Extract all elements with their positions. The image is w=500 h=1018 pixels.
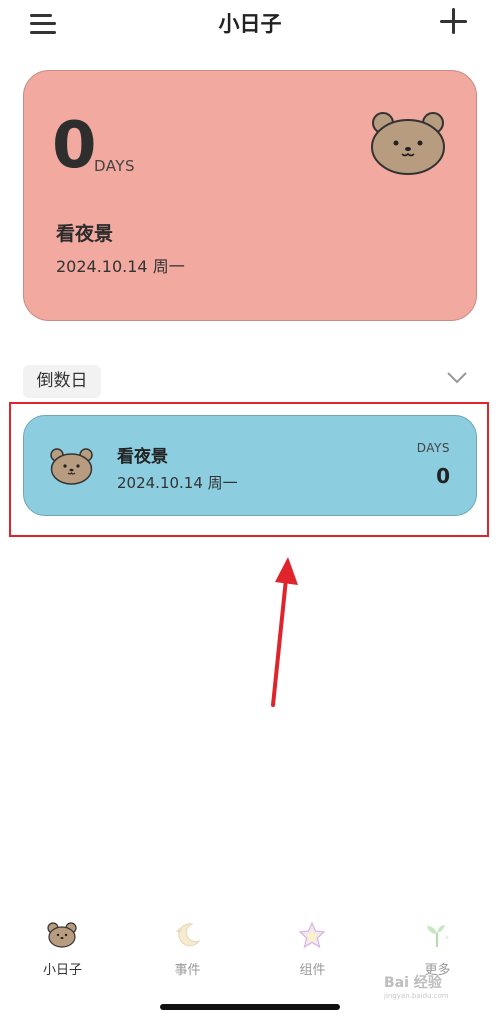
days-unit: DAYS (94, 157, 136, 175)
page-title: 小日子 (218, 12, 282, 36)
chevron-down-icon[interactable] (446, 370, 468, 386)
event-date: 2024.10.14 周一 (117, 474, 238, 492)
event-name: 看夜景 (56, 223, 114, 245)
tab-widgets[interactable]: 组件 (250, 915, 375, 985)
watermark-url: jingyan.baidu.com (384, 992, 449, 1000)
tab-label: 小日子 (42, 963, 82, 978)
add-icon[interactable] (440, 8, 468, 36)
featured-event-card[interactable]: 0 DAYS 看夜景 2024.10.14 周一 (23, 70, 477, 321)
home-indicator[interactable] (160, 1004, 340, 1010)
days-count: 0 (52, 109, 97, 183)
event-card[interactable]: 看夜景 2024.10.14 周一 DAYS 0 (23, 415, 477, 516)
tab-label: 组件 (299, 963, 326, 978)
watermark: Bai 经验 jingyan.baidu.com (384, 968, 484, 1004)
days-count: 0 (436, 464, 450, 488)
tab-events[interactable]: 事件 (125, 915, 250, 985)
days-unit: DAYS (416, 441, 450, 455)
event-name: 看夜景 (117, 447, 168, 467)
event-date: 2024.10.14 周一 (56, 257, 185, 276)
star-icon (298, 921, 326, 949)
moon-icon (175, 923, 201, 947)
section-label: 倒数日 (23, 365, 101, 398)
tab-label: 事件 (174, 963, 201, 978)
sprout-icon (427, 925, 450, 947)
arrow-annotation-icon (271, 557, 298, 707)
app-header: 小日子 (0, 0, 500, 50)
bear-icon (47, 922, 77, 948)
bear-face-icon (371, 112, 445, 175)
watermark-text: Bai 经验 (384, 975, 442, 991)
bear-face-icon (50, 448, 93, 485)
tab-home[interactable]: 小日子 (0, 915, 125, 985)
